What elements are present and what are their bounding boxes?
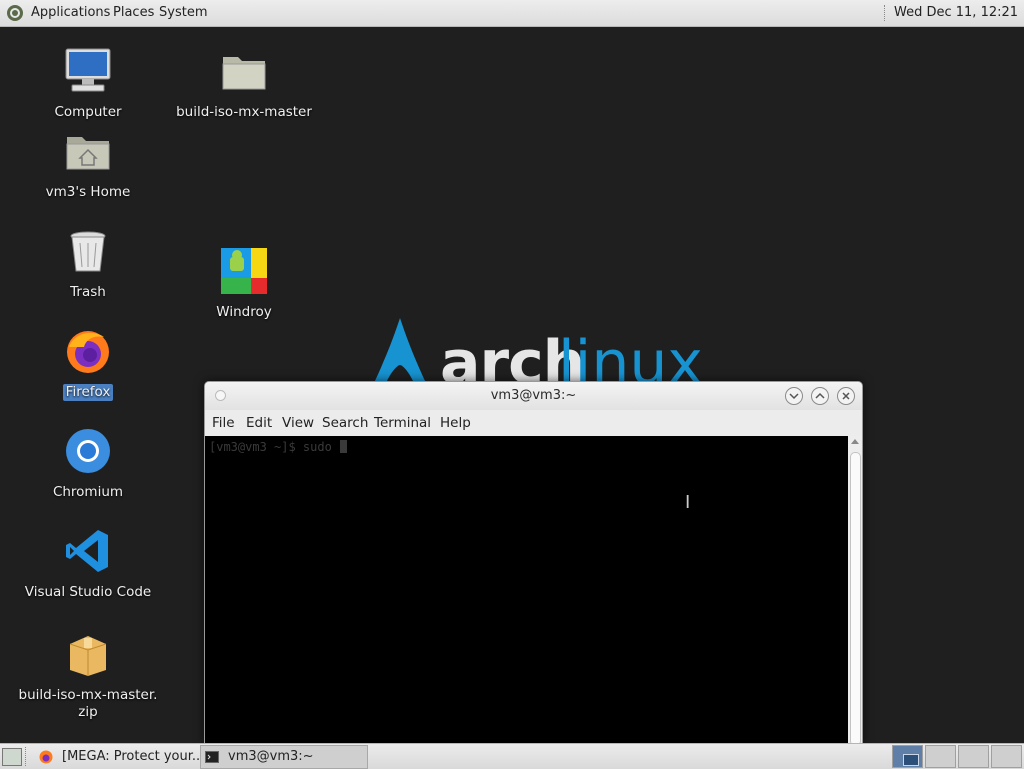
menu-applications[interactable]: Applications	[31, 0, 110, 26]
panel-separator	[25, 747, 26, 766]
close-icon	[842, 392, 850, 400]
desktop-icon-label: vm3's Home	[45, 184, 131, 200]
desktop-icon-zip[interactable]: build-iso-mx-master. zip	[13, 630, 163, 721]
scroll-up-icon[interactable]	[851, 439, 859, 444]
windroy-icon	[221, 248, 267, 294]
menu-system[interactable]: System	[159, 0, 207, 26]
desktop-icon-label: Computer	[54, 104, 122, 120]
minimize-button[interactable]	[785, 387, 803, 405]
desktop-icon-label: build-iso-mx-master. zip	[18, 687, 158, 720]
taskbar-item-firefox[interactable]: [MEGA: Protect your...	[34, 745, 200, 769]
taskbar-item-label: vm3@vm3:~	[228, 749, 314, 764]
menu-file[interactable]: File	[212, 410, 235, 436]
taskbar-item-terminal[interactable]: vm3@vm3:~	[200, 745, 368, 769]
workspace-2[interactable]	[925, 745, 956, 768]
desktop-icon-windroy[interactable]: Windroy	[169, 247, 319, 321]
desktop-icon-build-folder[interactable]: build-iso-mx-master	[169, 47, 319, 121]
scrollbar-thumb[interactable]	[850, 452, 861, 744]
workspace-1[interactable]	[892, 745, 923, 768]
desktop-icon-label: Firefox	[62, 384, 114, 401]
trash-icon	[70, 231, 106, 272]
text-cursor	[340, 440, 348, 453]
menu-places[interactable]: Places	[113, 0, 154, 26]
menu-edit[interactable]: Edit	[246, 410, 272, 436]
ibeam-cursor-icon: I	[685, 492, 691, 513]
arch-logo-icon	[374, 318, 426, 383]
scrollbar[interactable]	[848, 436, 862, 744]
show-desktop-button[interactable]	[2, 748, 22, 766]
desktop-icon-computer[interactable]: Computer	[13, 47, 163, 121]
vscode-icon	[66, 530, 108, 572]
mate-logo-icon[interactable]	[6, 4, 24, 22]
bottom-panel: [MEGA: Protect your... vm3@vm3:~	[0, 743, 1024, 769]
terminal-output[interactable]: [vm3@vm3 ~]$ sudo	[205, 436, 848, 744]
menu-terminal[interactable]: Terminal	[374, 410, 431, 436]
workspace-switcher	[892, 745, 1024, 768]
taskbar-item-label: [MEGA: Protect your...	[62, 749, 200, 764]
menu-help[interactable]: Help	[440, 410, 471, 436]
clock[interactable]: Wed Dec 11, 12:21 PM	[894, 0, 1024, 46]
desktop-icon-label: Trash	[70, 284, 106, 300]
chevron-down-icon	[789, 393, 799, 400]
desktop-icon-chromium[interactable]: Chromium	[13, 427, 163, 501]
desktop-icon-label: Windroy	[216, 304, 272, 320]
workspace-4[interactable]	[991, 745, 1022, 768]
panel-separator	[884, 5, 887, 21]
desktop-icon-label: build-iso-mx-master	[176, 104, 312, 120]
desktop-icon-vscode[interactable]: Visual Studio Code	[13, 527, 163, 601]
desktop-icon-label: Chromium	[52, 484, 124, 500]
desktop-icon-trash[interactable]: Trash	[13, 227, 163, 301]
desktop-icon-label: Visual Studio Code	[24, 584, 152, 600]
firefox-icon	[67, 331, 109, 373]
arch-linux-logo: arch linux	[370, 315, 703, 393]
terminal-menubar: File Edit View Search Terminal Help	[205, 410, 862, 436]
close-button[interactable]	[837, 387, 855, 405]
desktop-icon-firefox[interactable]: Firefox	[13, 327, 163, 401]
desktop-icon-home[interactable]: vm3's Home	[13, 127, 163, 201]
firefox-icon	[39, 750, 53, 764]
chevron-up-icon	[815, 392, 825, 399]
home-folder-icon	[66, 137, 110, 170]
maximize-button[interactable]	[811, 387, 829, 405]
terminal-prompt: [vm3@vm3 ~]$ sudo	[209, 440, 348, 454]
window-titlebar[interactable]: vm3@vm3:~	[205, 382, 862, 410]
top-panel: Applications Places System Wed Dec 11, 1…	[0, 0, 1024, 46]
terminal-window[interactable]: vm3@vm3:~ File Edit View Search Terminal…	[204, 381, 863, 745]
window-title: vm3@vm3:~	[490, 388, 577, 403]
chromium-icon	[66, 429, 110, 473]
menu-view[interactable]: View	[282, 410, 314, 436]
terminal-icon	[205, 751, 219, 763]
computer-icon	[65, 48, 111, 92]
prompt-text: [vm3@vm3 ~]$ sudo	[209, 440, 340, 454]
window-thumbnail	[903, 754, 919, 766]
workspace-3[interactable]	[958, 745, 989, 768]
menu-search[interactable]: Search	[322, 410, 368, 436]
folder-icon	[222, 57, 266, 90]
archive-icon	[69, 636, 107, 676]
